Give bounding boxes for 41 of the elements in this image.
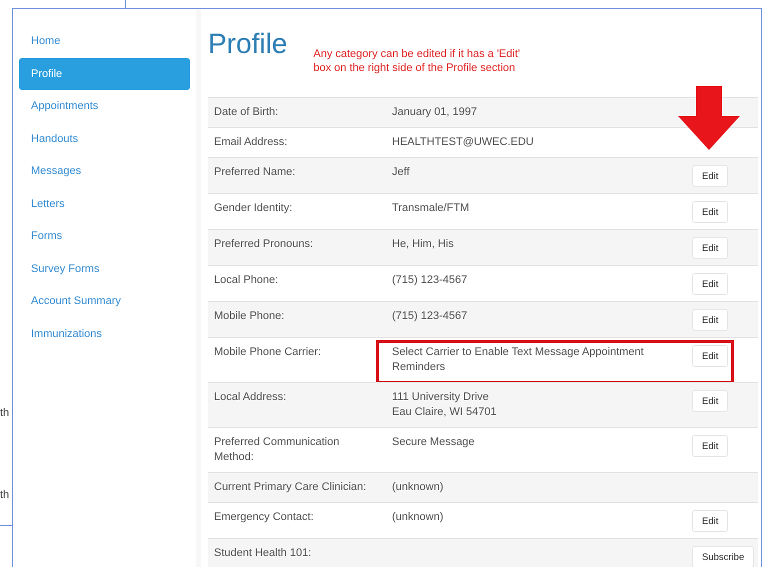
field-label: Date of Birth: — [213, 105, 280, 120]
text-fragment: th — [0, 406, 10, 420]
page-title: Profile — [208, 28, 288, 60]
field-value: HEALTHTEST@UWEC.EDU — [392, 135, 535, 150]
edit-button[interactable]: Edit — [692, 273, 728, 295]
field-value: Select Carrier to Enable Text Message Appointment Reminders — [392, 345, 645, 375]
annotation-note: Any category can be edited if it has a 'Edit' — [313, 47, 520, 61]
edit-button[interactable]: Edit — [692, 345, 728, 367]
field-value: Jeff — [392, 165, 411, 180]
edit-button[interactable]: Edit — [692, 165, 728, 187]
field-value: January 01, 1997 — [392, 105, 478, 120]
field-value: Secure Message — [392, 435, 476, 450]
field-value: (715) 123-4567 — [392, 309, 468, 324]
edit-button[interactable]: Edit — [692, 201, 728, 223]
edit-button[interactable]: Edit — [692, 390, 728, 412]
annotation-note: box on the right side of the Profile section — [313, 61, 516, 75]
field-label: Preferred Communication Method: — [213, 435, 340, 465]
field-label: Email Address: — [213, 135, 288, 150]
field-value: Eau Claire, WI 54701 — [392, 405, 498, 420]
field-label: Local Address: — [213, 390, 288, 405]
text-fragment: th — [0, 488, 10, 502]
edit-button[interactable]: Edit — [692, 237, 728, 259]
field-value: 111 University Drive — [392, 390, 490, 405]
field-value: Transmale/FTM — [392, 201, 470, 216]
edit-button[interactable]: Edit — [692, 435, 728, 457]
field-value: (unknown) — [392, 510, 444, 525]
field-label: Student Health 101: — [213, 546, 312, 561]
field-label: Preferred Name: — [213, 165, 296, 180]
field-label: Mobile Phone: — [213, 309, 286, 324]
field-label: Emergency Contact: — [213, 510, 315, 525]
subscribe-button[interactable]: Subscribe — [692, 546, 754, 567]
field-label: Preferred Pronouns: — [213, 237, 314, 252]
field-label: Current Primary Care Clinician: — [213, 480, 368, 495]
field-value: (unknown) — [392, 480, 444, 495]
field-label: Gender Identity: — [213, 201, 294, 216]
edit-button[interactable]: Edit — [692, 510, 728, 532]
field-value: He, Him, His — [392, 237, 455, 252]
edit-button[interactable]: Edit — [692, 309, 728, 331]
field-label: Mobile Phone Carrier: — [213, 345, 322, 360]
field-label: Local Phone: — [213, 273, 280, 288]
field-value: (715) 123-4567 — [392, 273, 468, 288]
